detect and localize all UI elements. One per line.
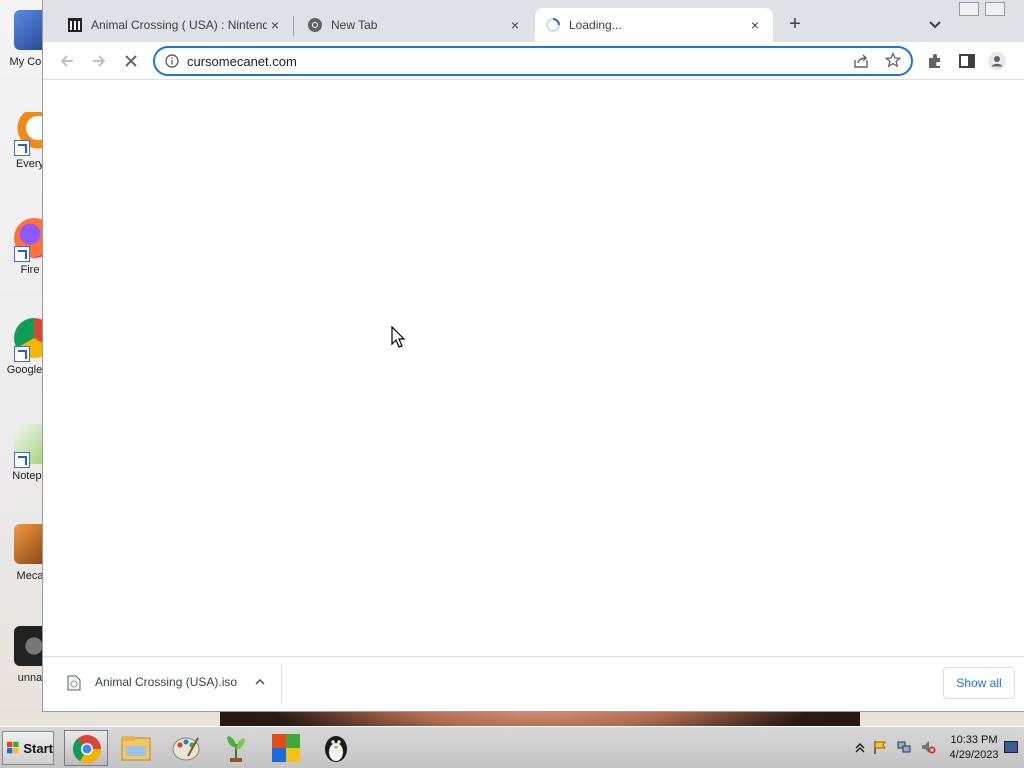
- browser-window: Animal Crossing ( USA) : Nintendo G × Ne…: [42, 0, 1024, 712]
- action-center-flag-icon[interactable]: [872, 739, 888, 755]
- extensions-puzzle-icon[interactable]: [925, 51, 945, 71]
- side-panel-icon[interactable]: [957, 51, 977, 71]
- mouse-cursor-icon: [391, 326, 406, 348]
- file-icon: [67, 675, 81, 691]
- divider: [281, 665, 282, 703]
- plant-app-icon: [227, 736, 245, 762]
- tab-animal-crossing[interactable]: Animal Crossing ( USA) : Nintendo G ×: [57, 8, 293, 42]
- tab-new-tab[interactable]: New Tab ×: [297, 8, 533, 42]
- taskbar-app-chrome[interactable]: [64, 730, 108, 766]
- address-bar-url[interactable]: cursomecanet.com: [187, 54, 297, 69]
- show-desktop-button[interactable]: [1004, 741, 1018, 753]
- taskbar-app-office[interactable]: [264, 730, 308, 766]
- browser-toolbar: cursomecanet.com: [43, 42, 1024, 80]
- paint-icon: [172, 737, 200, 761]
- close-icon[interactable]: ×: [507, 17, 523, 33]
- tab-title: Animal Crossing ( USA) : Nintendo G: [91, 18, 267, 32]
- close-icon[interactable]: ×: [747, 17, 763, 33]
- download-item[interactable]: Animal Crossing (USA).iso: [63, 671, 283, 695]
- taskbar: Start 10:33 PM 4/29/2023: [0, 726, 1024, 768]
- chrome-icon: [72, 735, 101, 763]
- tab-loading[interactable]: Loading... ×: [535, 8, 773, 42]
- tab-title: Loading...: [569, 18, 622, 32]
- clock-date: 4/29/2023: [949, 749, 999, 761]
- back-arrow-icon[interactable]: [57, 51, 77, 71]
- clock-time: 10:33 PM: [950, 734, 998, 746]
- file-explorer-icon: [121, 736, 151, 761]
- maximize-button[interactable]: [985, 2, 1005, 16]
- stop-loading-icon[interactable]: [121, 51, 141, 71]
- taskbar-app-plant[interactable]: [214, 730, 258, 766]
- taskbar-clock[interactable]: 10:33 PM 4/29/2023: [944, 733, 1004, 763]
- download-bar: Animal Crossing (USA).iso Show all: [43, 656, 1024, 711]
- office-icon: [272, 734, 300, 762]
- start-label: Start: [23, 740, 53, 756]
- taskbar-app-file-explorer[interactable]: [114, 730, 158, 766]
- tab-separator: [293, 16, 294, 36]
- show-hidden-icons-icon[interactable]: [852, 739, 868, 755]
- bookmark-star-icon[interactable]: [885, 52, 901, 68]
- shortcut-arrow-icon: [14, 246, 30, 262]
- volume-muted-icon[interactable]: [920, 739, 936, 755]
- new-tab-button[interactable]: +: [785, 14, 805, 34]
- archive-icon: [68, 18, 82, 32]
- taskbar-app-paint[interactable]: [164, 730, 208, 766]
- tab-strip: Animal Crossing ( USA) : Nintendo G × Ne…: [43, 0, 1024, 42]
- chevron-down-icon[interactable]: [927, 16, 943, 32]
- start-button[interactable]: Start: [2, 731, 54, 765]
- share-icon[interactable]: [853, 53, 869, 69]
- page-content[interactable]: [43, 80, 1024, 656]
- address-bar[interactable]: cursomecanet.com: [153, 46, 913, 76]
- close-icon[interactable]: ×: [267, 17, 283, 33]
- minimize-button[interactable]: [959, 2, 979, 16]
- taskbar-app-penguin[interactable]: [314, 730, 358, 766]
- spinner-icon: [546, 18, 560, 32]
- shortcut-arrow-icon: [14, 452, 30, 468]
- profile-avatar-icon[interactable]: [987, 51, 1007, 71]
- chrome-icon: [308, 18, 322, 32]
- penguin-app-icon: [325, 736, 347, 762]
- shortcut-arrow-icon: [14, 346, 30, 362]
- chevron-up-icon[interactable]: [253, 675, 267, 689]
- tab-title: New Tab: [331, 18, 378, 32]
- network-icon[interactable]: [896, 739, 912, 755]
- info-icon[interactable]: [165, 54, 179, 68]
- forward-arrow-icon[interactable]: [89, 51, 109, 71]
- shortcut-arrow-icon: [14, 140, 30, 156]
- download-file-name: Animal Crossing (USA).iso: [95, 675, 238, 689]
- show-all-button[interactable]: Show all: [943, 667, 1015, 699]
- windows-flag-icon: [7, 741, 19, 754]
